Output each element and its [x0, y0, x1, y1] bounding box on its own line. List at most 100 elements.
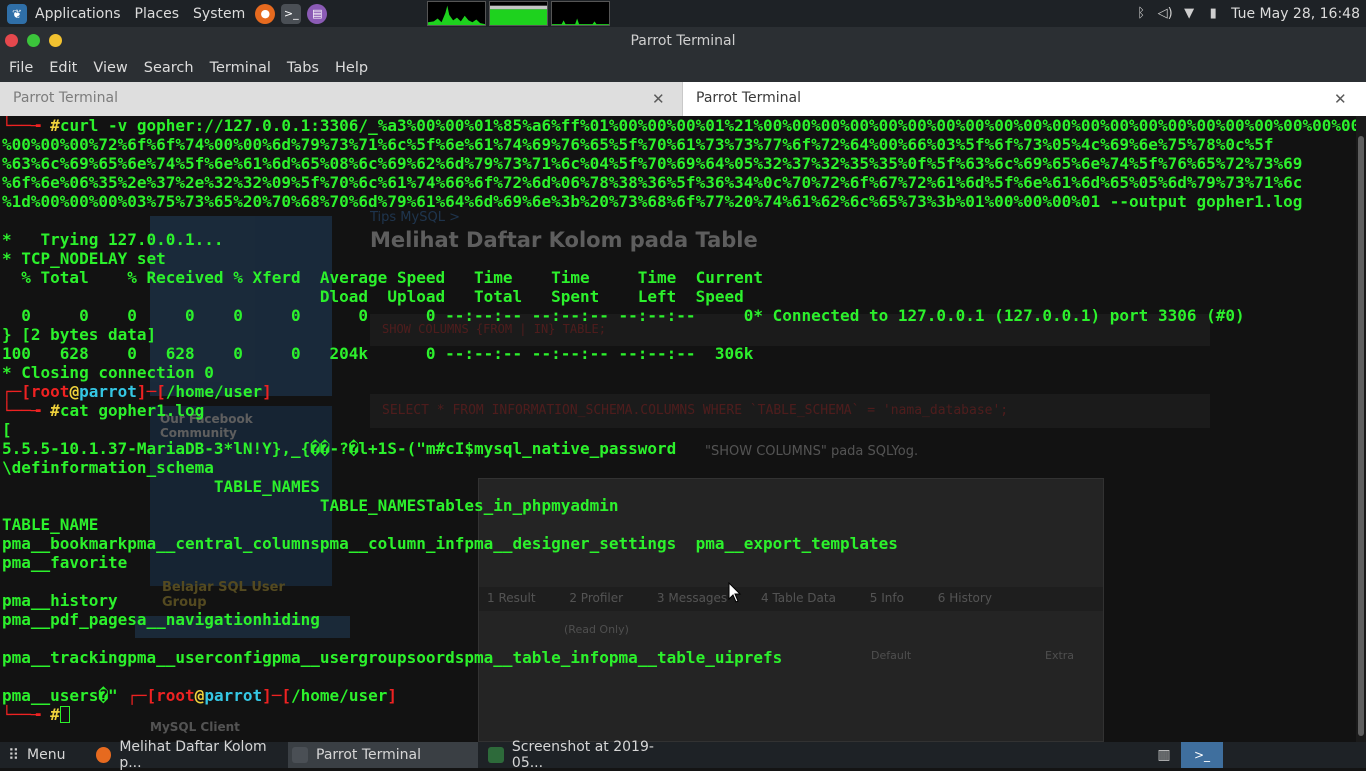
prompt-hash: #	[50, 705, 60, 724]
text-cursor	[59, 706, 70, 723]
prompt-bracket: ]	[387, 686, 397, 705]
places-menu[interactable]: Places	[128, 0, 187, 27]
network-monitor-graph[interactable]	[551, 1, 610, 26]
ghost-heading: Melihat Daftar Kolom pada Table	[370, 228, 758, 252]
terminal-line: Dload Upload Total Spent Left Speed	[2, 287, 744, 306]
prompt-at: @	[69, 382, 80, 401]
task-label: Melihat Daftar Kolom p...	[119, 739, 267, 771]
firefox-launcher-icon[interactable]: ●	[255, 3, 276, 24]
tab-terminal-1[interactable]: Parrot Terminal ✕	[0, 82, 682, 116]
ghost-tab-result: 1 Result	[487, 591, 536, 605]
terminal-line: pma__pdf_pagesa__navigationhiding	[2, 610, 320, 629]
show-desktop-icon[interactable]: >_	[1181, 742, 1223, 768]
menu-view[interactable]: View	[85, 54, 135, 82]
prompt-bracket: ┌─[	[2, 382, 31, 401]
tab-bar: Parrot Terminal ✕ Parrot Terminal ✕	[0, 82, 1366, 116]
terminal-line: TABLE_NAMES	[2, 477, 320, 496]
terminal-line: %63%6c%69%65%6e%74%5f%6e%61%6d%65%08%6c%…	[2, 154, 1303, 173]
curl-command: curl -v gopher://127.0.0.1:3306/_%a3%00%…	[59, 116, 1356, 135]
workspace-icon: ▥	[1157, 747, 1171, 763]
prompt-corner: └──╼	[2, 705, 51, 724]
menu-help[interactable]: Help	[327, 54, 376, 82]
taskbar-task-terminal[interactable]: Parrot Terminal	[288, 742, 478, 768]
taskbar-task-screenshot[interactable]: Screenshot at 2019-05...	[484, 739, 684, 771]
menu-search[interactable]: Search	[136, 54, 202, 82]
firefox-icon	[96, 747, 112, 763]
terminal-line: 100 628 0 628 0 0 204k 0 --:--:-- --:--:…	[2, 344, 754, 363]
system-tray: ᛒ ◁) ▼ ▮ Tue May 28, 16:48	[1129, 0, 1366, 27]
ghost-sqlyog-text: "SHOW COLUMNS" pada SQLYog.	[705, 444, 919, 459]
menu-edit[interactable]: Edit	[41, 54, 85, 82]
terminal-view[interactable]: Our Facebook Community Belajar SQL User …	[0, 116, 1356, 742]
terminal-icon	[292, 747, 308, 763]
prompt-corner: └──╼	[2, 116, 51, 135]
terminal-line: * Trying 127.0.0.1...	[2, 230, 224, 249]
applications-label: Applications	[35, 5, 121, 22]
window-titlebar[interactable]: Parrot Terminal	[0, 27, 1366, 54]
terminal-line: pma__favorite	[2, 553, 128, 572]
terminal-input-line[interactable]: └──╼ #	[2, 705, 70, 724]
parrot-logo-icon: ❦	[7, 3, 27, 24]
task-label: Screenshot at 2019-05...	[511, 739, 654, 771]
close-tab-icon[interactable]: ✕	[1334, 90, 1347, 108]
close-tab-icon[interactable]: ✕	[652, 90, 665, 108]
terminal-line: 5.5.5-10.1.37-MariaDB-3*lN!Y},_{��-?�l+1…	[2, 439, 677, 458]
ghost-result-tabs: 1 Result 2 Profiler 3 Messages 4 Table D…	[479, 587, 1103, 611]
grid-menu-icon: ⠿	[8, 746, 19, 764]
taskbar: ⠿ Menu Melihat Daftar Kolom p... Parrot …	[0, 739, 1366, 771]
ghost-readonly: (Read Only)	[564, 623, 629, 636]
terminal-launcher-icon[interactable]: >_	[281, 3, 302, 24]
wifi-icon[interactable]: ▼	[1179, 4, 1199, 24]
terminal-line: %6f%6e%06%35%2e%37%2e%32%32%09%5f%70%6c%…	[2, 173, 1303, 192]
text-editor-launcher-icon[interactable]: ▤	[307, 3, 328, 24]
prompt-user: root	[156, 686, 195, 705]
prompt-path: /home/user	[165, 382, 263, 401]
mouse-pointer-icon	[728, 582, 742, 603]
prompt-bracket: ]	[262, 382, 272, 401]
workspace-switcher-icon[interactable]: ▥	[1150, 742, 1178, 768]
leftover-output: pma__users�"	[2, 686, 128, 705]
clock[interactable]: Tue May 28, 16:48	[1231, 6, 1360, 22]
terminal-scrollbar[interactable]	[1356, 116, 1366, 742]
terminal-line: TABLE_NAMESTables_in_phpmyadmin	[2, 496, 619, 515]
top-panel: ❦ Applications Places System ● >_ ▤ ᛒ ◁)…	[0, 0, 1366, 27]
bluetooth-icon[interactable]: ᛒ	[1131, 4, 1151, 24]
prompt-user: root	[30, 382, 70, 401]
memory-monitor-graph[interactable]	[489, 1, 548, 26]
prompt-bracket: ┌─[	[127, 686, 157, 705]
menubar: File Edit View Search Terminal Tabs Help	[0, 54, 1366, 82]
ghost-tab-messages: 3 Messages	[656, 591, 728, 605]
prompt-bracket: ]─[	[262, 686, 292, 705]
cpu-monitor-graph[interactable]	[427, 1, 486, 26]
terminal-line: pma__trackingpma__userconfigpma__usergro…	[2, 648, 783, 667]
menu-label: Menu	[27, 747, 66, 763]
terminal-line: 0 0 0 0 0 0 0 0 --:--:-- --:--:-- --:--:…	[2, 306, 1245, 325]
volume-icon[interactable]: ◁)	[1155, 4, 1175, 24]
terminal-line: └──╼ #cat gopher1.log	[2, 401, 204, 420]
taskbar-menu-button[interactable]: ⠿ Menu	[8, 742, 86, 768]
system-menu[interactable]: System	[186, 0, 252, 27]
menu-terminal[interactable]: Terminal	[202, 54, 279, 82]
image-viewer-icon	[488, 747, 504, 763]
scrollbar-thumb[interactable]	[1358, 136, 1364, 736]
prompt-at: @	[194, 686, 205, 705]
menu-tabs[interactable]: Tabs	[279, 54, 327, 82]
prompt-corner: └──╼	[2, 401, 51, 420]
terminal-line: * Closing connection 0	[2, 363, 214, 382]
terminal-line: * TCP_NODELAY set	[2, 249, 166, 268]
terminal-line: pma__bookmarkpma__central_columnspma__co…	[2, 534, 898, 553]
ghost-tab-profiler: 2 Profiler	[569, 591, 624, 605]
terminal-line: %00%00%00%72%6f%6f%74%00%00%6d%79%73%71%…	[2, 135, 1274, 154]
taskbar-task-browser[interactable]: Melihat Daftar Kolom p...	[94, 739, 286, 771]
ghost-tab-history: 6 History	[937, 591, 992, 605]
battery-icon[interactable]: ▮	[1203, 4, 1223, 24]
terminal-line: % Total % Received % Xferd Average Speed…	[2, 268, 763, 287]
tab-terminal-2[interactable]: Parrot Terminal ✕	[682, 82, 1366, 116]
terminal-line: [	[2, 420, 12, 439]
ghost-col-extra: Extra	[1045, 649, 1075, 662]
shell-prompt: ┌─[root@parrot]─[/home/user]	[2, 382, 272, 401]
menu-file[interactable]: File	[1, 54, 41, 82]
desktop-icon: >_	[1193, 748, 1211, 762]
ghost-tab-info: 5 Info	[869, 591, 904, 605]
applications-menu[interactable]: ❦ Applications	[0, 0, 128, 27]
